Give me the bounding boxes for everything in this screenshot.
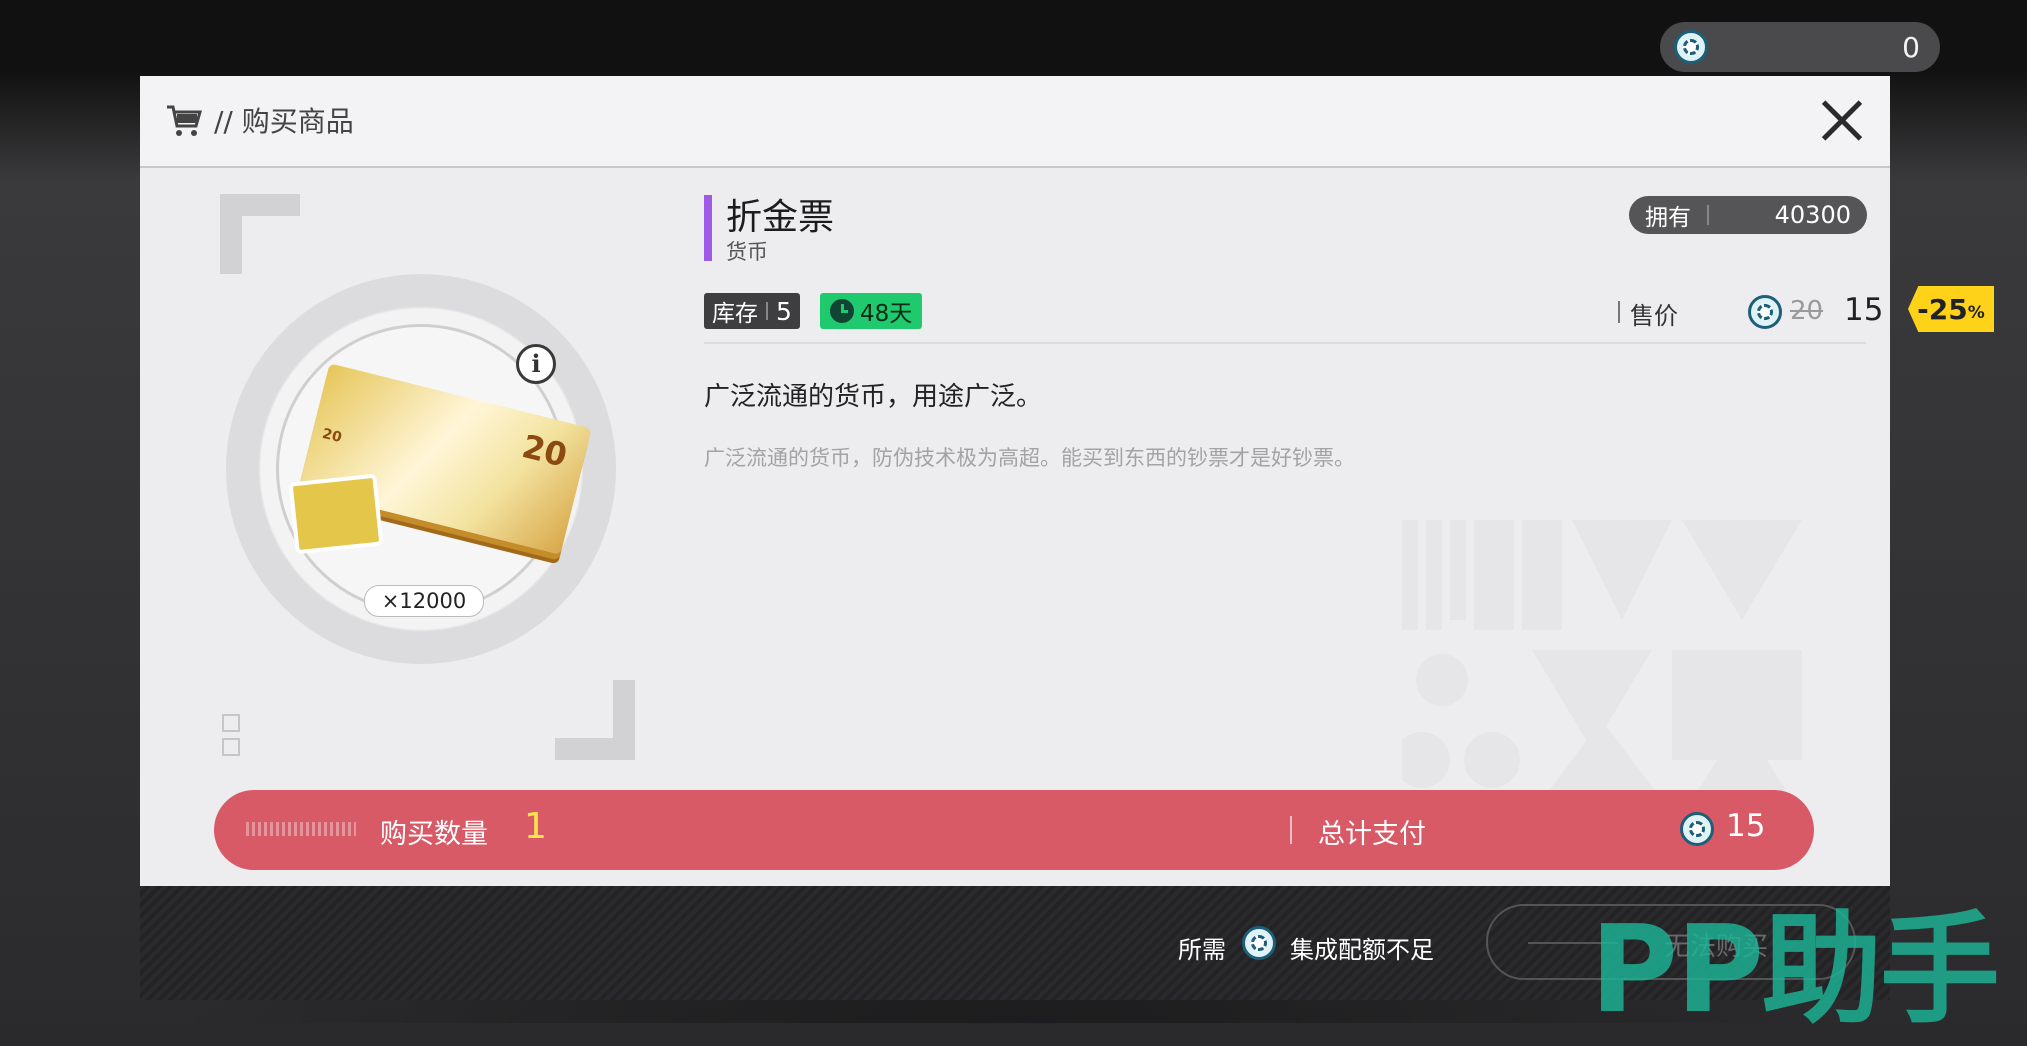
quantity-label: 购买数量 xyxy=(380,819,488,850)
current-price: 15 xyxy=(1844,292,1884,328)
frame-corner-bottom-right xyxy=(555,680,635,760)
quota-coin-icon xyxy=(1748,295,1782,329)
item-name: 折金票 xyxy=(726,197,835,238)
currency-amount: 0 xyxy=(1902,30,1920,64)
price-divider xyxy=(1618,301,1620,323)
currency-display: 0 xyxy=(1660,22,1940,72)
owned-badge: 拥有 40300 xyxy=(1629,196,1867,234)
stock-badge: 库存 5 xyxy=(704,293,800,329)
bar-stripes xyxy=(246,822,356,836)
quota-coin-icon xyxy=(1674,30,1708,64)
price-label: 售价 xyxy=(1630,302,1678,330)
dialog-title: // 购买商品 xyxy=(214,105,354,138)
info-divider xyxy=(704,342,1866,344)
clock-icon xyxy=(830,299,854,323)
owned-value: 40300 xyxy=(1774,201,1851,229)
total-label: 总计支付 xyxy=(1318,819,1426,850)
dialog-header: // 购买商品 xyxy=(140,76,1890,168)
quantity-value: 1 xyxy=(524,806,547,847)
stock-divider xyxy=(766,302,768,320)
item-description: 广泛流通的货币，用途广泛。 xyxy=(704,382,1043,412)
stock-value: 5 xyxy=(776,296,792,326)
discount-unit: % xyxy=(1967,303,1985,323)
time-remaining-badge: 48天 xyxy=(820,293,923,329)
purchase-quantity-bar: 购买数量 1 总计支付 15 xyxy=(214,790,1814,870)
discount-value: -25 xyxy=(1917,292,1968,326)
item-flavor-text: 广泛流通的货币，防伪技术极为高超。能买到东西的钞票才是好钞票。 xyxy=(704,446,1355,470)
time-remaining: 48天 xyxy=(860,301,913,327)
owned-divider xyxy=(1707,205,1709,225)
deco-square xyxy=(222,714,240,732)
frame-corner-top-left xyxy=(220,194,300,274)
cart-icon xyxy=(167,105,202,136)
rarity-bar xyxy=(704,195,712,261)
stock-label: 库存 xyxy=(712,301,758,327)
owned-label: 拥有 xyxy=(1645,205,1691,231)
ticket-badge-icon xyxy=(288,473,384,555)
required-label: 所需 xyxy=(1178,936,1226,964)
decorative-pattern xyxy=(1402,520,1802,800)
info-button[interactable]: i xyxy=(516,344,556,384)
deco-square xyxy=(222,738,240,756)
total-divider xyxy=(1290,816,1292,844)
bundle-quantity: ×12000 xyxy=(364,585,484,617)
quota-coin-icon xyxy=(1242,926,1276,960)
quota-coin-icon xyxy=(1680,812,1714,846)
original-price: 20 xyxy=(1790,296,1824,326)
close-button[interactable] xyxy=(1820,98,1864,142)
total-value: 15 xyxy=(1726,808,1766,844)
watermark-logo: PP助手 xyxy=(1590,901,2000,1040)
insufficient-message: 集成配额不足 xyxy=(1290,936,1434,964)
discount-badge: -25 % xyxy=(1908,286,1994,332)
purchase-dialog: // 购买商品 20 20 i ×12000 折金票 货币 拥有 40300 库… xyxy=(140,76,1994,1000)
item-type: 货币 xyxy=(726,240,768,264)
